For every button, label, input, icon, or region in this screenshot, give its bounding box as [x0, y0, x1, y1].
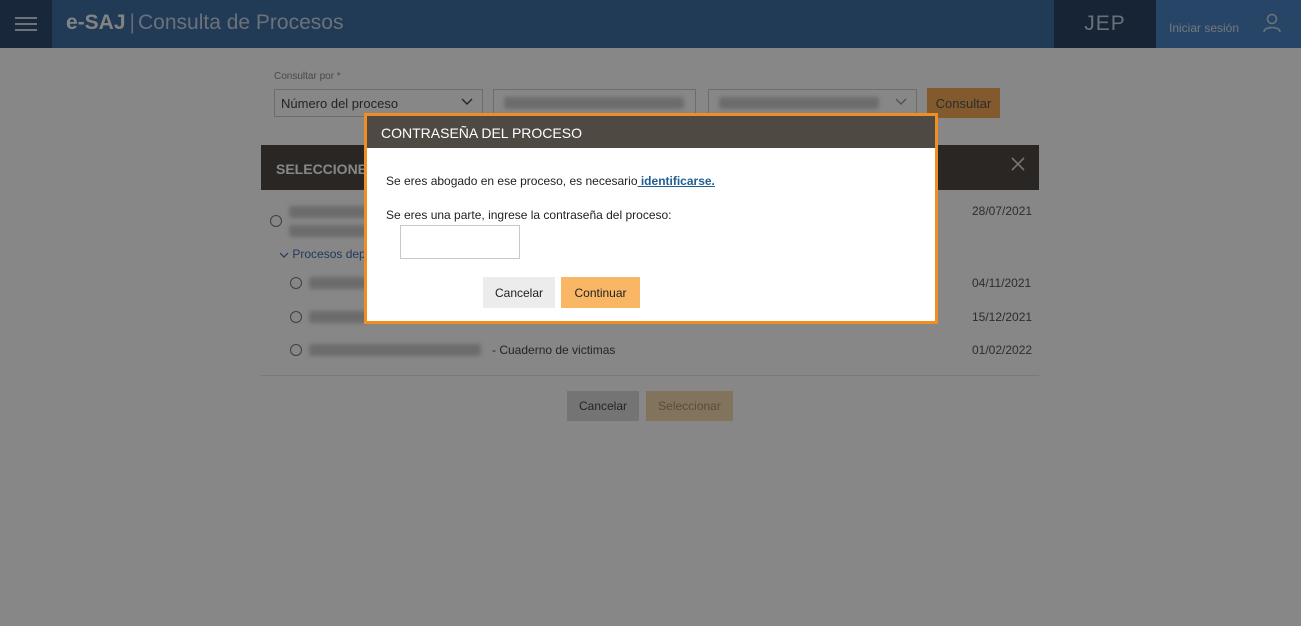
identify-link[interactable]: identificarse. [638, 174, 715, 188]
continue-button[interactable]: Continuar [561, 277, 640, 308]
cancel-button[interactable]: Cancelar [483, 277, 555, 308]
password-dialog-title: CONTRASEÑA DEL PROCESO [381, 125, 582, 141]
process-password-input[interactable] [400, 225, 520, 259]
password-dialog: CONTRASEÑA DEL PROCESO Se eres abogado e… [364, 113, 938, 324]
lawyer-text: Se eres abogado en ese proceso, es neces… [386, 174, 638, 188]
party-instructions: Se eres una parte, ingrese la contraseña… [386, 208, 672, 222]
lawyer-instructions: Se eres abogado en ese proceso, es neces… [386, 174, 715, 188]
password-dialog-header: CONTRASEÑA DEL PROCESO [367, 116, 935, 148]
